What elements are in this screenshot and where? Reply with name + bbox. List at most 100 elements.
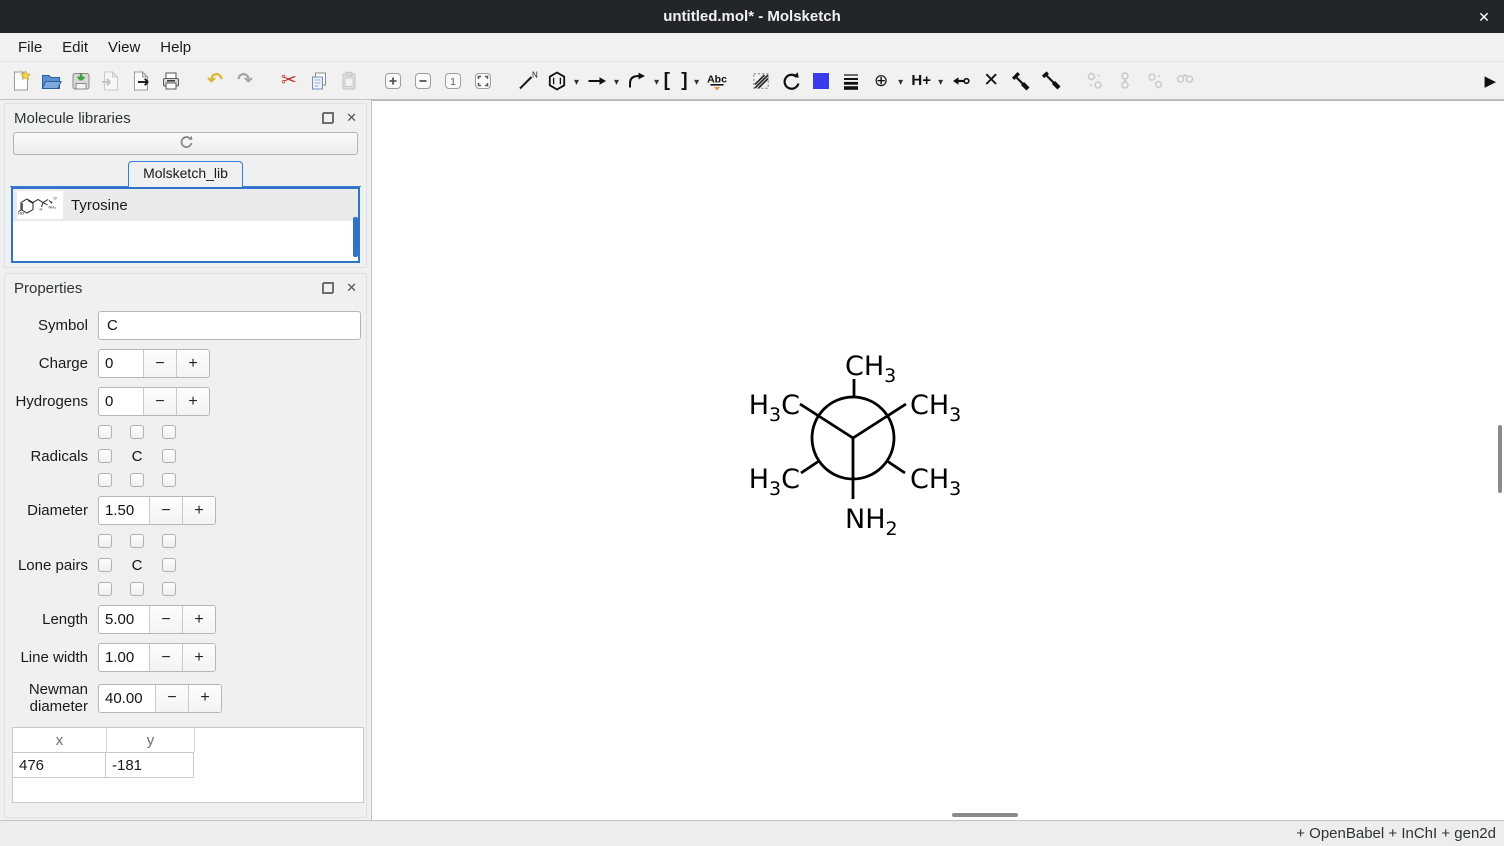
atom-label-upper-left[interactable]: H3C [749, 390, 800, 426]
radical-checkbox[interactable] [162, 425, 176, 439]
atom-label-upper-right[interactable]: CH3 [910, 390, 961, 426]
reaction-arrow-dropdown-icon[interactable]: ▾ [614, 73, 619, 88]
lone-pair-checkbox[interactable] [130, 582, 144, 596]
radical-checkbox[interactable] [130, 473, 144, 487]
float-panel-icon[interactable] [322, 282, 334, 294]
rotate-button[interactable] [777, 66, 805, 96]
radical-checkbox[interactable] [130, 425, 144, 439]
bond[interactable] [800, 404, 853, 438]
open-button[interactable] [37, 66, 65, 96]
close-panel-icon[interactable]: ✕ [346, 112, 357, 124]
brackets-dropdown-icon[interactable]: ▾ [694, 73, 699, 88]
newman-diameter-value[interactable]: 40.00 [99, 685, 155, 712]
zoom-fit-button[interactable] [469, 66, 497, 96]
print-button[interactable] [157, 66, 185, 96]
diameter-increment-button[interactable]: + [182, 497, 215, 524]
hydrogens-button[interactable]: H+ [907, 66, 935, 96]
draw-bond-button[interactable]: N [513, 66, 541, 96]
zoom-original-button[interactable]: 1 [439, 66, 467, 96]
tab-molsketch-lib[interactable]: Molsketch_lib [128, 161, 243, 187]
insert-ring-button[interactable] [543, 66, 571, 96]
length-value[interactable]: 5.00 [99, 606, 149, 633]
line-width-button[interactable] [837, 66, 865, 96]
column-header-y[interactable]: y [107, 728, 195, 752]
zoom-out-button[interactable] [409, 66, 437, 96]
reaction-arrow-button[interactable] [583, 66, 611, 96]
mechanism-arrow-dropdown-icon[interactable]: ▾ [654, 73, 659, 88]
radical-checkbox[interactable] [162, 473, 176, 487]
length-increment-button[interactable]: + [182, 606, 215, 633]
length-decrement-button[interactable]: − [149, 606, 182, 633]
newman-diameter-increment-button[interactable]: + [188, 685, 221, 712]
cell-x[interactable]: 476 [12, 752, 106, 778]
atom-label-lower-right[interactable]: CH3 [910, 464, 961, 500]
insert-ring-dropdown-icon[interactable]: ▾ [574, 73, 579, 88]
canvas-vertical-scrollbar[interactable] [1498, 425, 1502, 493]
zoom-in-button[interactable] [379, 66, 407, 96]
float-panel-icon[interactable] [322, 112, 334, 124]
charge-value[interactable]: 0 [99, 350, 143, 377]
hydrogens-dropdown-icon[interactable]: ▾ [938, 73, 943, 88]
brackets-button[interactable]: [ ] [663, 66, 691, 96]
optimize-tool-button[interactable] [1037, 66, 1065, 96]
charge-decrement-button[interactable]: − [143, 350, 176, 377]
electron-flow-button[interactable] [947, 66, 975, 96]
redo-button[interactable]: ↷ [231, 66, 259, 96]
menu-edit[interactable]: Edit [52, 35, 98, 60]
atom-label-top[interactable]: CH3 [845, 351, 896, 387]
export-button[interactable] [127, 66, 155, 96]
radical-checkbox[interactable] [98, 425, 112, 439]
bond[interactable] [801, 461, 819, 473]
menu-view[interactable]: View [98, 35, 150, 60]
cut-button[interactable]: ✂ [275, 66, 303, 96]
hydrogens-value[interactable]: 0 [99, 388, 143, 415]
new-document-button[interactable] [7, 66, 35, 96]
insert-text-button[interactable]: Abc [703, 66, 731, 96]
lone-pair-checkbox[interactable] [98, 582, 112, 596]
menu-file[interactable]: File [8, 35, 52, 60]
atom-label-lower-left[interactable]: H3C [749, 464, 800, 500]
newman-diameter-decrement-button[interactable]: − [155, 685, 188, 712]
diameter-value[interactable]: 1.50 [99, 497, 149, 524]
fill-pattern-button[interactable] [747, 66, 775, 96]
close-window-icon[interactable]: ✕ [1474, 7, 1494, 27]
line-width-decrement-button[interactable]: − [149, 644, 182, 671]
line-width-increment-button[interactable]: + [182, 644, 215, 671]
align-tool-button[interactable] [1007, 66, 1035, 96]
symbol-input[interactable]: C [98, 311, 361, 340]
bond[interactable] [887, 461, 905, 473]
lone-pair-checkbox[interactable] [162, 582, 176, 596]
hydrogens-increment-button[interactable]: + [176, 388, 209, 415]
toolbar-overflow-icon[interactable]: ▶ [1484, 72, 1496, 90]
color-picker-button[interactable] [807, 66, 835, 96]
close-panel-icon[interactable]: ✕ [346, 282, 357, 294]
diameter-decrement-button[interactable]: − [149, 497, 182, 524]
drawing-canvas[interactable]: CH3 H3C CH3 H3C CH3 NH2 [372, 100, 1504, 820]
mechanism-arrow-button[interactable] [623, 66, 651, 96]
hydrogens-decrement-button[interactable]: − [143, 388, 176, 415]
refresh-libraries-button[interactable] [13, 132, 358, 155]
save-button[interactable] [67, 66, 95, 96]
charge-dropdown-icon[interactable]: ▾ [898, 73, 903, 88]
radical-checkbox[interactable] [98, 473, 112, 487]
newman-projection-molecule[interactable]: CH3 H3C CH3 H3C CH3 NH2 [372, 101, 1499, 819]
library-list-scrollbar[interactable] [353, 217, 358, 257]
menu-help[interactable]: Help [150, 35, 201, 60]
charge-button[interactable]: ⊕ [867, 66, 895, 96]
line-width-value[interactable]: 1.00 [99, 644, 149, 671]
column-header-x[interactable]: x [13, 728, 107, 752]
lone-pair-checkbox[interactable] [162, 558, 176, 572]
list-item-tyrosine[interactable]: HO H NH₂ O Tyrosine [13, 189, 358, 221]
radical-checkbox[interactable] [162, 449, 176, 463]
lone-pair-checkbox[interactable] [98, 534, 112, 548]
radical-checkbox[interactable] [98, 449, 112, 463]
lone-pair-checkbox[interactable] [130, 534, 144, 548]
copy-button[interactable] [305, 66, 333, 96]
lone-pair-checkbox[interactable] [162, 534, 176, 548]
charge-increment-button[interactable]: + [176, 350, 209, 377]
undo-button[interactable]: ↶ [201, 66, 229, 96]
cell-y[interactable]: -181 [106, 752, 194, 778]
delete-tool-button[interactable]: ✕ [977, 66, 1005, 96]
atom-label-bottom[interactable]: NH2 [845, 504, 898, 540]
bond[interactable] [853, 404, 906, 438]
